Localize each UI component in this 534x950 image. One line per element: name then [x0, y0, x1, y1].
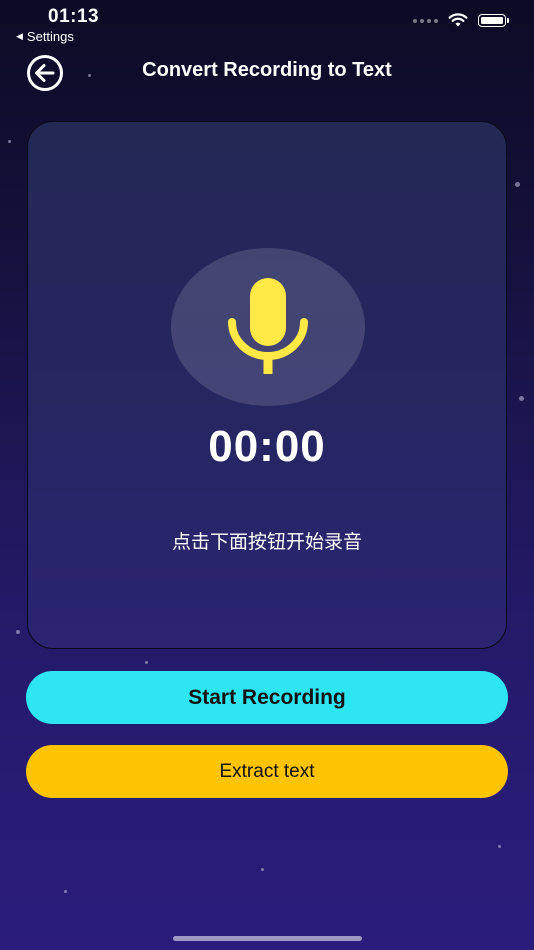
recorder-card: 00:00 点击下面按钮开始录音	[27, 121, 507, 649]
extract-text-button[interactable]: Extract text	[26, 745, 508, 798]
back-triangle-icon: ◀	[16, 31, 23, 41]
nav-bar: Convert Recording to Text	[0, 50, 534, 94]
status-time: 01:13	[48, 6, 100, 27]
record-mic-area[interactable]	[171, 248, 365, 406]
wifi-icon	[448, 13, 468, 27]
battery-icon	[478, 14, 509, 27]
page-title: Convert Recording to Text	[142, 59, 392, 81]
status-bar: 01:13 ◀ Settings	[0, 0, 534, 48]
status-indicators	[413, 13, 509, 28]
recording-hint: 点击下面按钮开始录音	[171, 531, 362, 553]
back-to-settings-link[interactable]: ◀ Settings	[16, 29, 74, 44]
back-to-settings-label: Settings	[26, 29, 74, 44]
microphone-icon	[228, 278, 308, 374]
home-indicator[interactable]	[173, 936, 362, 941]
cellular-signal-icon	[413, 18, 438, 23]
recording-timer: 00:00	[208, 422, 326, 471]
start-recording-button[interactable]: Start Recording	[26, 671, 508, 724]
